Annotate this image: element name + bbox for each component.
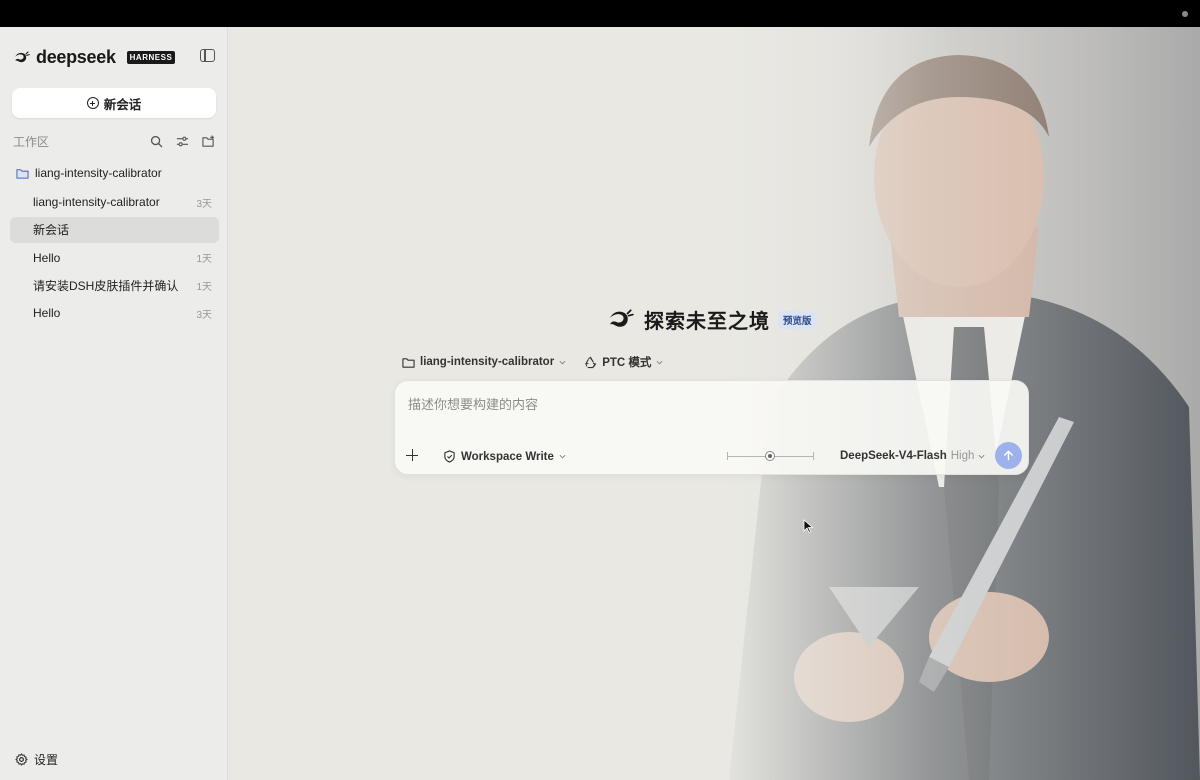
workspace-header: 工作区: [13, 133, 215, 149]
slider-knob[interactable]: [765, 451, 775, 461]
search-icon[interactable]: [150, 135, 163, 148]
mode-selector[interactable]: PTC 模式: [584, 354, 663, 370]
preview-badge: 预览版: [778, 310, 817, 329]
session-name: liang-intensity-calibrator: [33, 195, 160, 209]
chevron-down-icon: [656, 360, 663, 365]
session-name: Hello: [33, 306, 61, 321]
session-name: Hello: [33, 250, 61, 265]
deepseek-whale-icon: [610, 308, 634, 327]
folder-icon: [16, 168, 29, 179]
send-button[interactable]: [995, 442, 1022, 469]
slider-tick: [813, 452, 814, 460]
project-name: liang-intensity-calibrator: [420, 356, 555, 368]
session-name: 请安装DSH皮肤插件并确认: [33, 278, 179, 293]
new-chat-label: 新会话: [103, 97, 142, 112]
mode-name: PTC 模式: [602, 357, 652, 369]
brand-logo-text: deepseek: [36, 47, 116, 67]
session-age: 3天: [196, 309, 212, 321]
composer: 描述你想要构建的内容 Workspace Write DeepSeek-V4-F…: [394, 380, 1029, 475]
permission-label: Workspace Write: [461, 450, 554, 463]
effort-slider[interactable]: [727, 450, 814, 462]
session-age: 3天: [196, 198, 212, 210]
effort-level: High: [950, 450, 975, 462]
shield-icon: [444, 450, 455, 463]
plus-circle-icon: [86, 97, 99, 109]
session-item-active[interactable]: 新会话: [10, 216, 219, 243]
slider-tick: [727, 452, 728, 460]
folder-name: liang-intensity-calibrator: [35, 166, 162, 180]
project-selector[interactable]: liang-intensity-calibrator: [402, 356, 566, 369]
new-chat-button[interactable]: 新会话: [12, 88, 216, 118]
session-item[interactable]: Hello 1天: [10, 245, 219, 271]
titlebar-indicator: [1182, 11, 1188, 17]
main-area: 探索未至之境 预览版 liang-intensity-calibrator PT…: [229, 27, 1200, 780]
permission-selector[interactable]: Workspace Write: [443, 450, 566, 463]
mouse-cursor-icon: [803, 519, 813, 534]
sidebar-toggle-icon[interactable]: [200, 49, 215, 62]
folder-icon: [402, 357, 415, 368]
session-name: 新会话: [33, 223, 70, 238]
prompt-input[interactable]: 描述你想要构建的内容: [408, 394, 538, 413]
recycle-icon: [585, 356, 597, 368]
new-folder-icon[interactable]: [202, 134, 215, 148]
session-list: liang-intensity-calibrator 3天 新会话 Hello …: [10, 189, 219, 328]
chevron-down-icon: [559, 454, 566, 459]
hero-title: 探索未至之境: [644, 311, 770, 333]
model-name: DeepSeek-V4-Flash: [840, 450, 947, 462]
arrow-up-icon: [1004, 450, 1013, 461]
plus-icon[interactable]: [406, 449, 418, 461]
settings-label: 设置: [34, 753, 59, 767]
workspace-label: 工作区: [13, 134, 50, 149]
filter-icon[interactable]: [176, 135, 189, 148]
settings-button[interactable]: 设置: [15, 751, 58, 768]
sidebar: deepseek HARNESS 新会话 工作区 liang-intensity…: [0, 27, 228, 780]
harness-tag: HARNESS: [126, 51, 176, 64]
session-age: 1天: [196, 281, 212, 293]
hero-heading: 探索未至之境 预览版: [606, 305, 817, 334]
workspace-folder[interactable]: liang-intensity-calibrator: [16, 166, 162, 180]
model-selector[interactable]: DeepSeek-V4-Flash High: [840, 450, 985, 462]
deepseek-whale-icon: [15, 50, 30, 62]
chevron-down-icon: [978, 454, 985, 459]
session-item[interactable]: 请安装DSH皮肤插件并确认 1天: [10, 272, 219, 298]
session-age: 1天: [196, 254, 212, 266]
session-item[interactable]: liang-intensity-calibrator 3天: [10, 189, 219, 215]
window-titlebar: [0, 0, 1200, 27]
chevron-down-icon: [559, 360, 566, 365]
context-selector-row: liang-intensity-calibrator PTC 模式: [402, 354, 663, 370]
brand: deepseek HARNESS: [13, 47, 176, 68]
gear-icon: [15, 753, 28, 766]
session-item[interactable]: Hello 3天: [10, 300, 219, 326]
